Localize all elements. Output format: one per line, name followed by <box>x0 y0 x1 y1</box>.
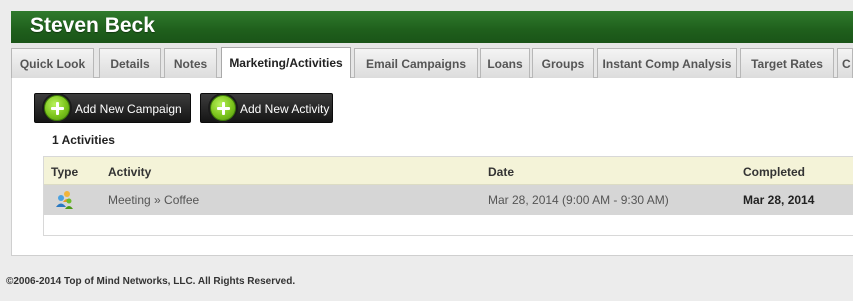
tab-groups[interactable]: Groups <box>532 48 594 78</box>
activities-table: Type Activity Date Completed Meeting » C… <box>43 156 853 236</box>
tab-bar: Quick Look Details Notes Marketing/Activ… <box>11 43 853 78</box>
contact-name: Steven Beck <box>30 14 155 37</box>
column-date[interactable]: Date <box>488 165 514 179</box>
tab-notes[interactable]: Notes <box>164 48 217 78</box>
add-new-campaign-button[interactable]: Add New Campaign <box>34 93 191 123</box>
add-new-activity-button[interactable]: Add New Activity <box>200 93 333 123</box>
column-activity[interactable]: Activity <box>108 165 151 179</box>
tab-loans[interactable]: Loans <box>480 48 530 78</box>
activity-completed: Mar 28, 2014 <box>743 193 815 207</box>
column-type[interactable]: Type <box>51 165 78 179</box>
contact-header: Steven Beck <box>11 11 853 43</box>
add-new-campaign-label: Add New Campaign <box>75 102 182 116</box>
activity-name[interactable]: Meeting » Coffee <box>108 193 199 207</box>
tab-overflow[interactable]: C <box>837 48 853 78</box>
copyright-footer: ©2006-2014 Top of Mind Networks, LLC. Al… <box>6 276 296 287</box>
tab-email-campaigns[interactable]: Email Campaigns <box>354 48 478 78</box>
plus-icon <box>44 95 70 121</box>
table-header: Type Activity Date Completed <box>44 157 853 185</box>
tab-quick-look[interactable]: Quick Look <box>11 48 94 78</box>
tab-target-rates[interactable]: Target Rates <box>740 48 834 78</box>
plus-icon <box>210 95 236 121</box>
tab-marketing-activities[interactable]: Marketing/Activities <box>221 47 351 78</box>
activity-date: Mar 28, 2014 (9:00 AM - 9:30 AM) <box>488 193 669 207</box>
meeting-people-icon <box>56 191 73 209</box>
add-new-activity-label: Add New Activity <box>240 102 330 116</box>
activities-count: 1 Activities <box>52 133 115 147</box>
marketing-activities-panel: Add New Campaign Add New Activity 1 Acti… <box>11 78 853 256</box>
column-completed[interactable]: Completed <box>743 165 805 179</box>
table-row[interactable]: Meeting » Coffee Mar 28, 2014 (9:00 AM -… <box>44 185 853 215</box>
tab-instant-comp-analysis[interactable]: Instant Comp Analysis <box>597 48 737 78</box>
tab-details[interactable]: Details <box>99 48 161 78</box>
